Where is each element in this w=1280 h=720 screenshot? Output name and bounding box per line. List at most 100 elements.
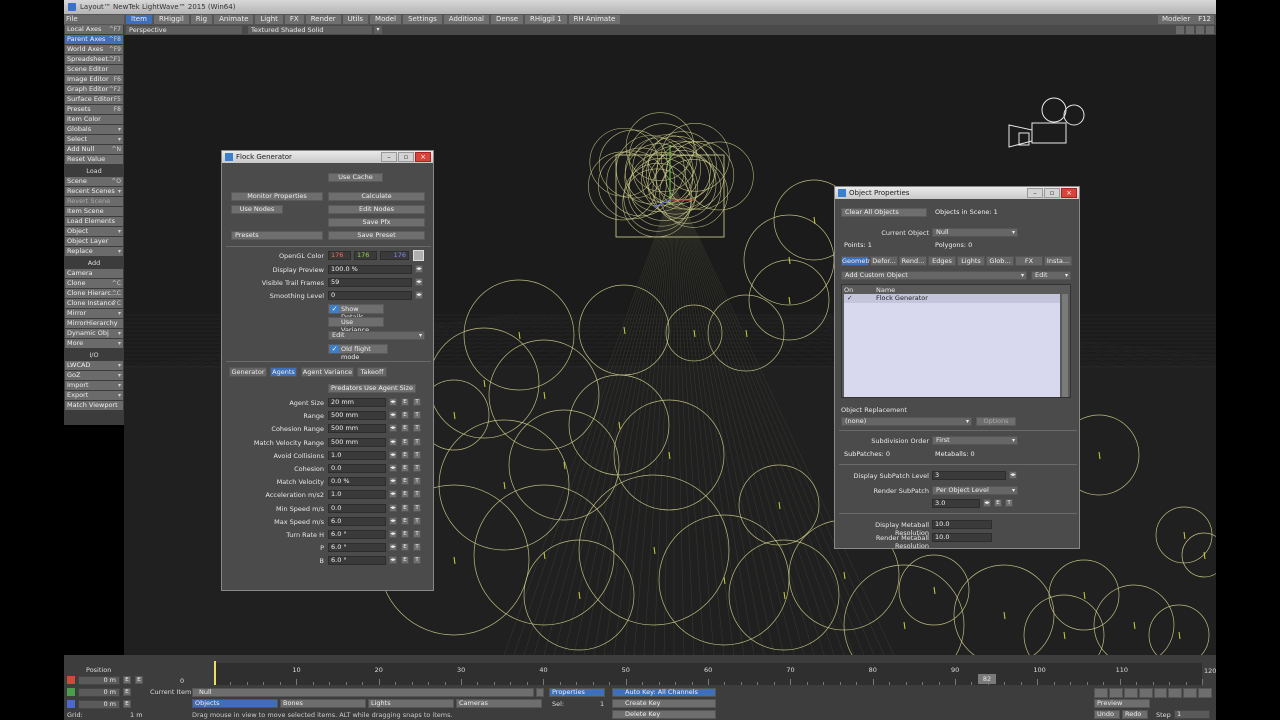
file-menu-button[interactable]: File [64, 15, 124, 24]
texture-t-button[interactable]: T [413, 477, 421, 486]
undo-button[interactable]: Undo [1094, 710, 1120, 719]
texture-t-button[interactable]: T [413, 424, 421, 433]
toolbar-select-button[interactable]: Select ▾ [65, 135, 123, 144]
presets-button[interactable]: Presets [231, 231, 323, 240]
camera-icon[interactable] [1008, 97, 1085, 148]
toolbar-object-button[interactable]: Object ▾ [65, 227, 123, 236]
p-field[interactable]: 6.0 ° [328, 543, 386, 553]
edit-dropdown[interactable]: Edit [328, 331, 425, 340]
toolbar-reset-value-button[interactable]: Reset Value [65, 155, 123, 164]
envelope-e-button[interactable]: E [401, 530, 409, 538]
cohesion-field[interactable]: 0.0 [328, 464, 386, 473]
item-lock-icon[interactable] [536, 688, 544, 697]
tab-item[interactable]: Item [126, 15, 152, 24]
position-z-field[interactable]: 0 m [78, 700, 120, 709]
color-green-field[interactable]: 176 [354, 251, 377, 260]
tab-utils[interactable]: Utils [342, 15, 369, 24]
max-speed-m-s-field[interactable]: 6.0 [328, 516, 386, 526]
envelope-icon[interactable]: ◂▸ [389, 411, 397, 420]
envelope-e-button[interactable]: E [401, 437, 409, 446]
texture-t-button[interactable]: T [413, 398, 421, 406]
toolbar-replace-button[interactable]: Replace ▾ [65, 247, 123, 256]
texture-t-button[interactable]: T [413, 556, 421, 565]
color-blue-field[interactable]: 176 [380, 251, 409, 260]
envelope-e-button[interactable]: E [123, 700, 131, 708]
envelope-icon[interactable]: ◂▸ [389, 516, 397, 525]
envelope-e-button[interactable]: E [994, 499, 1002, 507]
envelope-icon[interactable]: ◂▸ [389, 503, 397, 512]
use-cache-button[interactable]: Use Cache [328, 173, 383, 182]
next-key-icon[interactable] [1183, 688, 1198, 698]
smoothing-field[interactable]: 0 [328, 291, 412, 300]
envelope-icon[interactable]: ◂▸ [1009, 471, 1017, 479]
tab-takeoff[interactable]: Takeoff [357, 367, 387, 377]
envelope-icon[interactable]: ◂▸ [415, 278, 423, 286]
acceleration-m-s2-field[interactable]: 1.0 [328, 490, 386, 500]
tab-rend[interactable]: Rend... [899, 256, 927, 266]
render-metaball-field[interactable]: 10.0 [932, 533, 992, 542]
list-item[interactable]: ✓ Flock Generator [844, 294, 1060, 303]
objects-button[interactable]: Objects [192, 699, 278, 708]
calculate-button[interactable]: Calculate [328, 192, 425, 201]
envelope-icon[interactable]: ◂▸ [415, 265, 423, 273]
toolbar-export-button[interactable]: Export ▾ [65, 391, 123, 400]
restore-icon[interactable]: ▫ [1044, 188, 1060, 198]
match-velocity-field[interactable]: 0.0 % [328, 477, 386, 487]
envelope-e-button[interactable]: E [401, 490, 409, 499]
texture-t-button[interactable]: T [1005, 499, 1013, 507]
tab-defor[interactable]: Defor... [870, 256, 898, 266]
tab-settings[interactable]: Settings [403, 15, 442, 24]
cameras-button[interactable]: Cameras [456, 699, 542, 708]
toolbar-add-null-button[interactable]: Add Null ^N [65, 145, 123, 154]
save-preset-button[interactable]: Save Preset [328, 231, 425, 240]
toolbar-clone-button[interactable]: Clone ^C [65, 279, 123, 288]
save-pfx-button[interactable]: Save Pfx [328, 218, 425, 227]
toolbar-camera-button[interactable]: Camera [65, 269, 123, 278]
toolbar-revert-scene-button[interactable]: Revert Scene [65, 197, 123, 206]
toolbar-clone-hierarc-button[interactable]: Clone Hierarc... ^C [65, 289, 123, 298]
create-key-button[interactable]: Create Key [612, 699, 716, 708]
close-icon[interactable]: × [1061, 188, 1077, 198]
display-preview-field[interactable]: 100.0 % [328, 265, 412, 274]
cohesion-range-field[interactable]: 500 mm [328, 424, 386, 434]
y-axis-icon[interactable] [67, 688, 75, 696]
tab-fx[interactable]: FX [284, 15, 304, 24]
envelope-e-button[interactable]: E [135, 676, 143, 684]
avoid-collisions-field[interactable]: 1.0 [328, 450, 386, 460]
render-subpatch-value-field[interactable]: 3.0 [932, 499, 980, 508]
position-x-field[interactable]: 0 m [78, 676, 120, 685]
predators-use-agent-size-button[interactable]: Predators Use Agent Size [328, 384, 416, 393]
toolbar-import-button[interactable]: Import ▾ [65, 381, 123, 390]
display-metaball-field[interactable]: 10.0 [932, 520, 992, 529]
envelope-e-button[interactable]: E [401, 477, 409, 486]
tab-edges[interactable]: Edges [928, 256, 956, 266]
chevron-down-icon[interactable]: ▾ [374, 26, 382, 34]
turn-rate-h-field[interactable]: 6.0 ° [328, 530, 386, 539]
tab-rh-animate[interactable]: RH Animate [568, 15, 621, 24]
envelope-e-button[interactable]: E [401, 450, 409, 459]
toolbar-item-color-button[interactable]: Item Color [65, 115, 123, 124]
object-replacement-dropdown[interactable]: (none) [841, 417, 972, 426]
old-flight-mode-checkbox[interactable]: Old flight mode [328, 344, 388, 361]
color-red-field[interactable]: 176 [328, 251, 351, 260]
tab-light[interactable]: Light [255, 15, 283, 24]
tab-fx[interactable]: FX [1015, 256, 1043, 266]
edit-nodes-button[interactable]: Edit Nodes [328, 205, 425, 214]
first-frame-icon[interactable] [1094, 688, 1108, 698]
toolbar-parent-axes-button[interactable]: Parent Axes ^F8 [65, 35, 123, 44]
display-subpatch-field[interactable]: 3 [932, 471, 1006, 480]
redo-button[interactable]: Redo [1122, 710, 1148, 719]
envelope-icon[interactable]: ◂▸ [389, 556, 397, 565]
tab-additional[interactable]: Additional [443, 15, 489, 24]
envelope-icon[interactable]: ◂▸ [389, 424, 397, 433]
trail-frames-field[interactable]: 59 [328, 278, 412, 287]
envelope-e-button[interactable]: E [401, 464, 409, 472]
z-axis-icon[interactable] [67, 700, 75, 708]
toolbar-recent-scenes-button[interactable]: Recent Scenes ▾ [65, 187, 123, 196]
flock-panel-titlebar[interactable]: Flock Generator – ▫ × [222, 151, 433, 163]
step-field[interactable]: 1 [1174, 710, 1210, 719]
toolbar-surface-editor-button[interactable]: Surface Editor F5 [65, 95, 123, 104]
envelope-icon[interactable]: ◂▸ [415, 291, 423, 299]
tab-render[interactable]: Render [305, 15, 341, 24]
toolbar-more-button[interactable]: More ▾ [65, 339, 123, 348]
